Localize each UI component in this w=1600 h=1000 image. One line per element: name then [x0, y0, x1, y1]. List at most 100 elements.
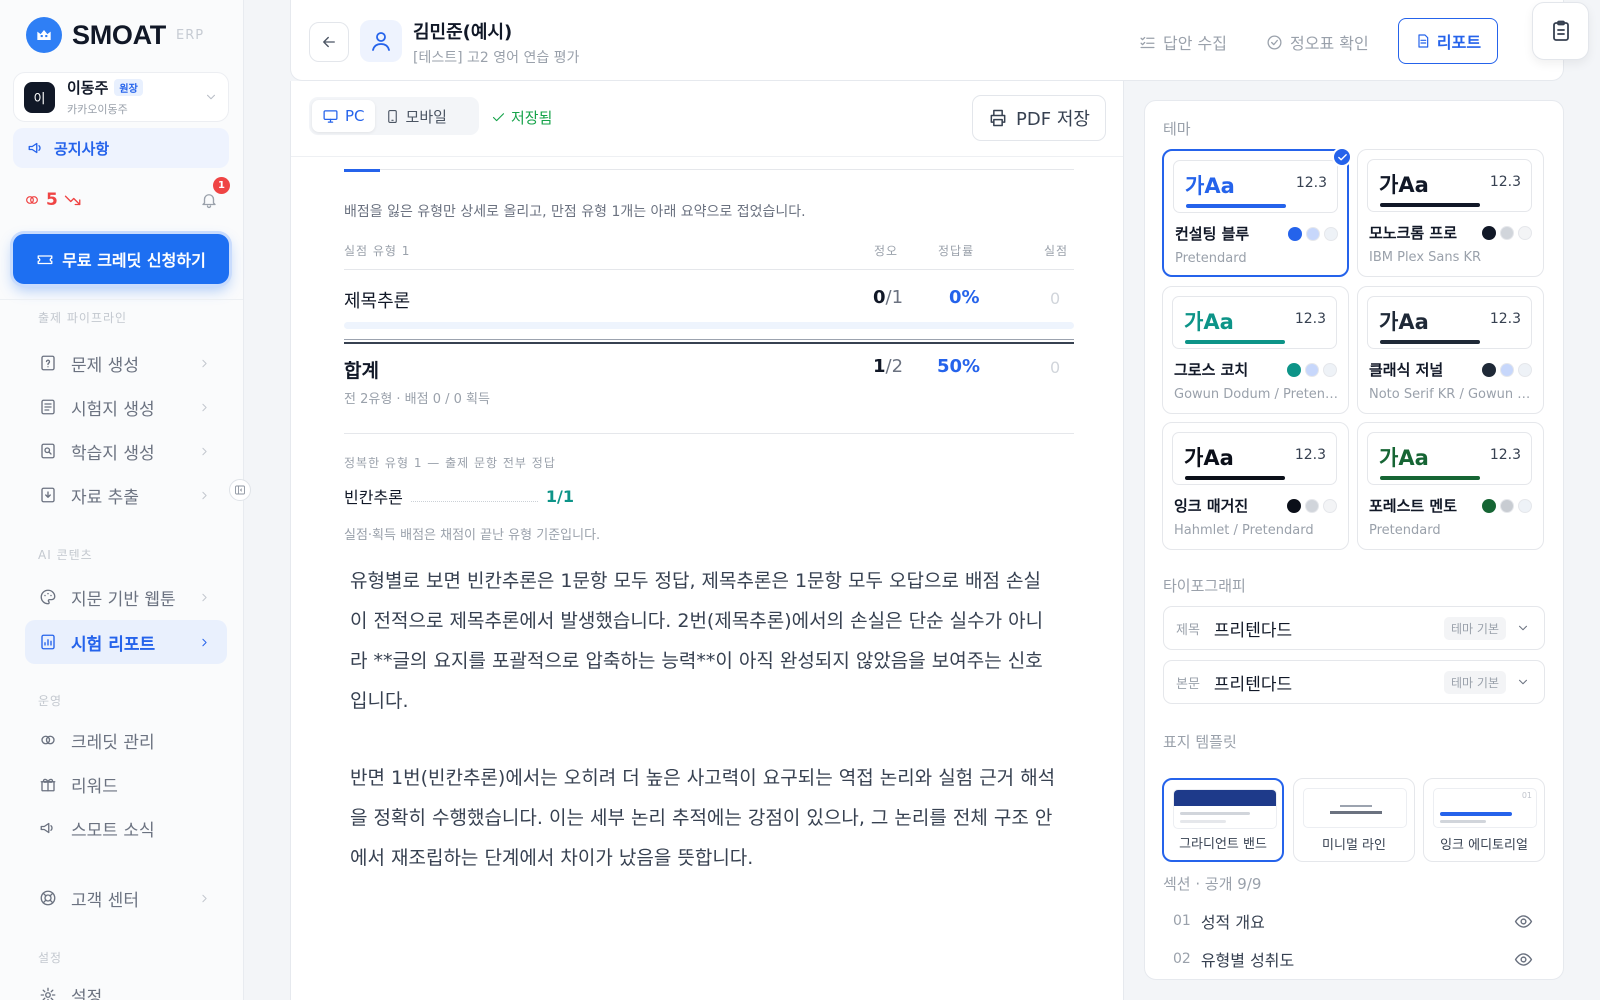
theme-card[interactable]: 가Aa 12.3 컨설팅 블루 Pretendard	[1162, 147, 1352, 277]
perfect-types-header: 정복한 유형 1 — 출제 문항 전부 정답	[344, 456, 556, 470]
sidebar-item-extract[interactable]: 자료 추출	[25, 475, 227, 515]
chevron-down-icon	[1516, 675, 1530, 689]
analysis-paragraph: 유형별로 보면 빈칸추론은 1문항 모두 정답, 제목추론은 1문항 모두 오답…	[350, 570, 1044, 712]
total-rate: 50%	[937, 356, 981, 377]
mobile-view-button[interactable]: 모바일	[375, 100, 457, 132]
brand-logo[interactable]: SMOAT ERP	[26, 17, 204, 53]
theme-swatch	[1288, 227, 1302, 241]
student-avatar	[360, 20, 402, 62]
sidebar: SMOAT ERP 이 이동주 원장 카카오이동주 공지사항 5 1 무료 크레딧…	[0, 0, 251, 1000]
nav-section-ai: AI 콘텐츠	[38, 548, 93, 562]
theme-sample-text: 가Aa	[1184, 446, 1234, 470]
cover-gradient-band[interactable]: 그라디언트 밴드	[1162, 778, 1284, 862]
clipboard-button[interactable]	[1532, 2, 1589, 60]
sidebar-item-reward[interactable]: 리워드	[25, 764, 227, 804]
theme-swatch	[1323, 363, 1337, 377]
theme-card[interactable]: 가Aa 12.3 모노크롬 프로 IBM Plex Sans KR	[1357, 149, 1544, 277]
pdf-save-button[interactable]: PDF 저장	[972, 95, 1106, 141]
sidebar-item-label: 자료 추출	[71, 487, 139, 508]
ticket-icon	[36, 250, 54, 268]
role-badge: 원장	[114, 79, 143, 96]
sidebar-item-news[interactable]: 스모트 소식	[25, 808, 227, 848]
sidebar-item-label: 학습지 생성	[71, 443, 155, 464]
cover-ink-editorial[interactable]: 01 잉크 에디토리얼	[1423, 778, 1545, 862]
chevron-right-icon	[198, 357, 211, 370]
table-note: 실점·획득 배점은 채점이 끝난 유형 기준입니다.	[344, 528, 601, 543]
sidebar-item-exam-sheet[interactable]: 시험지 생성	[25, 387, 227, 427]
theme-name: 컨설팅 블루	[1175, 225, 1250, 243]
sidebar-item-label: 크레딧 관리	[71, 732, 155, 753]
tab-report[interactable]: 리포트	[1398, 18, 1498, 64]
bell-icon[interactable]: 1	[200, 177, 230, 209]
sidebar-item-credits[interactable]: 크레딧 관리	[25, 720, 227, 760]
section-toggle-item[interactable]: 01 성적 개요	[1173, 909, 1533, 933]
theme-swatch	[1500, 363, 1514, 377]
theme-accent-bar	[1380, 476, 1480, 480]
sidebar-item-settings[interactable]: 설정	[25, 975, 227, 1000]
col-loss-header: 실점	[1044, 244, 1069, 258]
theme-card[interactable]: 가Aa 12.3 잉크 매거진 Hahmlet / Pretendard	[1162, 422, 1349, 550]
tab-answer-collection[interactable]: 답안 수집	[1139, 30, 1227, 54]
sidebar-item-worksheet[interactable]: 학습지 생성	[25, 431, 227, 471]
report-settings-panel: 테마 가Aa 12.3 컨설팅 블루 Pretendard 가Aa 12.3 모노크롬 프로…	[1144, 100, 1564, 980]
chevron-right-icon	[198, 591, 211, 604]
section-toggle-item[interactable]: 02 유형별 성취도	[1173, 947, 1533, 971]
cover-label: 그라디언트 밴드	[1179, 837, 1267, 852]
theme-card[interactable]: 가Aa 12.3 포레스트 멘토 Pretendard	[1357, 422, 1544, 550]
report-preview: PC 모바일 저장됨 PDF 저장 배점을 잃은 유형만 상세로 올리고, 만점…	[290, 81, 1124, 1000]
document-icon	[1415, 33, 1431, 49]
theme-card[interactable]: 가Aa 12.3 클래식 저널 Noto Serif KR / Gowun Batan…	[1357, 286, 1544, 414]
chevron-right-icon	[198, 489, 211, 502]
worksheet-icon	[39, 442, 57, 460]
account-switcher[interactable]: 이 이동주 원장 카카오이동주	[13, 72, 229, 122]
theme-preview: 가Aa 12.3	[1173, 160, 1338, 213]
eye-icon[interactable]	[1514, 950, 1533, 969]
theme-card[interactable]: 가Aa 12.3 그로스 코치 Gowun Dodum / Pretendard	[1162, 286, 1349, 414]
analysis-paragraph: 반면 1번(빈칸추론)에서는 오히려 더 높은 사고력이 요구되는 역접 논리와…	[350, 767, 1056, 869]
preview-toolbar: PC 모바일 저장됨 PDF 저장	[291, 81, 1123, 157]
pc-view-button[interactable]: PC	[312, 100, 375, 132]
theme-sample-size: 12.3	[1294, 311, 1326, 327]
palette-icon	[39, 588, 57, 606]
chevron-right-icon	[198, 892, 211, 905]
user-name: 이동주	[67, 79, 109, 97]
theme-swatch	[1518, 363, 1532, 377]
cover-minimal-line[interactable]: 미니멀 라인	[1293, 778, 1415, 862]
theme-preview: 가Aa 12.3	[1367, 159, 1532, 212]
theme-swatch	[1306, 227, 1320, 241]
notice-link[interactable]: 공지사항	[13, 128, 229, 168]
panel-collapse-icon	[234, 484, 246, 496]
sidebar-item-label: 시험지 생성	[71, 399, 155, 420]
row-loss: 0	[1050, 289, 1061, 308]
back-button[interactable]	[309, 22, 349, 62]
smartphone-icon	[385, 108, 400, 125]
user-company: 카카오이동주	[67, 103, 128, 116]
sidebar-item-support[interactable]: 고객 센터	[25, 878, 227, 918]
cover-mark: 01	[1521, 791, 1532, 800]
theme-sample-size: 12.3	[1489, 174, 1521, 190]
nav-section-settings: 설정	[38, 951, 63, 965]
theme-preview: 가Aa 12.3	[1367, 296, 1532, 349]
credit-icon	[24, 192, 40, 208]
sidebar-item-question[interactable]: 문제 생성	[25, 343, 227, 383]
sidebar-collapse-button[interactable]	[229, 479, 251, 501]
question-doc-icon	[39, 354, 57, 372]
notification-badge: 1	[213, 177, 230, 194]
theme-accent-bar	[1185, 476, 1285, 480]
sidebar-divider	[0, 299, 243, 300]
col-type-header: 실점 유형 1	[344, 244, 411, 258]
avatar: 이	[24, 81, 55, 113]
tab-answer-check[interactable]: 정오표 확인	[1266, 30, 1369, 54]
total-loss: 0	[1050, 358, 1061, 377]
sidebar-item-exam-report[interactable]: 시험 리포트	[25, 620, 227, 664]
free-credit-button[interactable]: 무료 크레딧 신청하기	[13, 234, 229, 284]
sidebar-item-webtoon[interactable]: 지문 기반 웹툰	[25, 577, 227, 617]
theme-swatch	[1287, 363, 1301, 377]
perfect-type-name: 빈칸추론	[344, 488, 403, 507]
title-font-select[interactable]: 제목 프리텐다드 테마 기본	[1163, 606, 1545, 650]
eye-icon[interactable]	[1514, 912, 1533, 931]
report-label: 리포트	[1436, 33, 1482, 52]
body-font-key: 본문	[1176, 676, 1200, 692]
check-icon	[491, 110, 506, 125]
body-font-select[interactable]: 본문 프리텐다드 테마 기본	[1163, 660, 1545, 704]
